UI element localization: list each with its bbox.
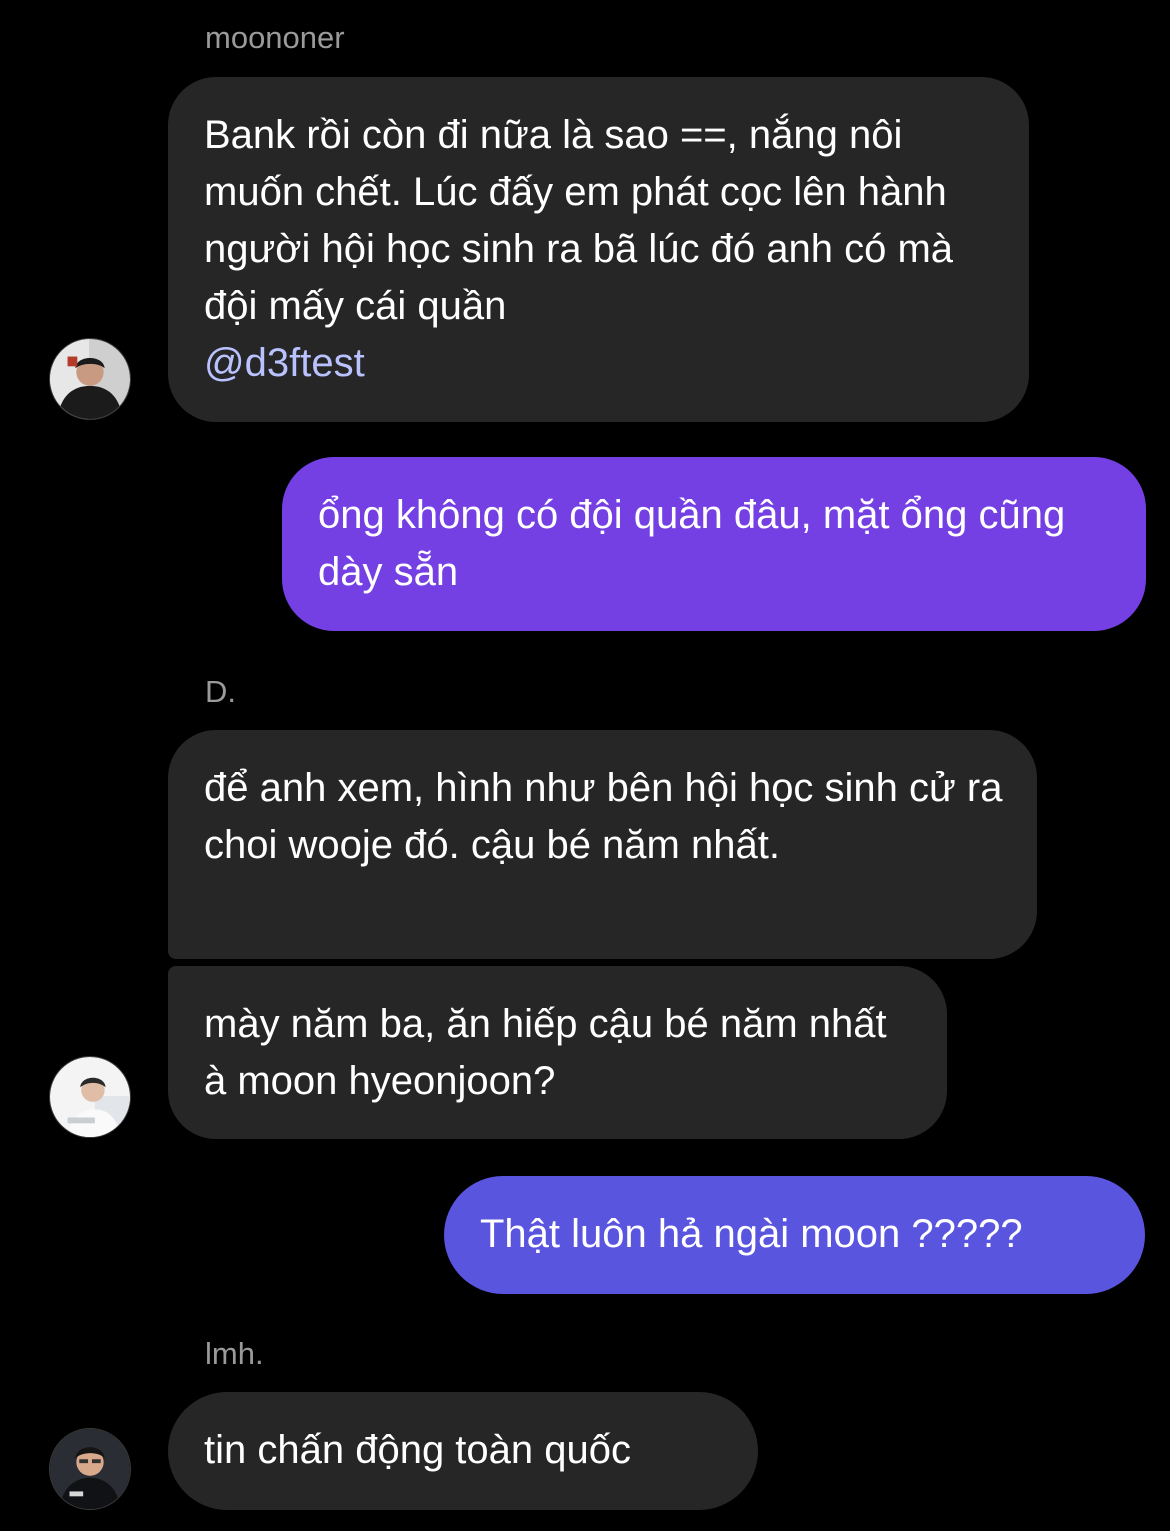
message-text: tin chấn động toàn quốc	[204, 1428, 632, 1472]
sender-name[interactable]: lmh.	[205, 1335, 264, 1373]
message-text: Bank rồi còn đi nữa là sao ==, nắng nôi …	[204, 113, 954, 328]
mention-link[interactable]: @d3ftest	[204, 335, 999, 392]
message-text: mày năm ba, ăn hiếp cậu bé năm nhất à mo…	[204, 1002, 887, 1103]
incoming-message-bubble[interactable]: Bank rồi còn đi nữa là sao ==, nắng nôi …	[168, 77, 1029, 422]
avatar-photo-icon	[50, 339, 130, 419]
message-text: ổng không có đội quần đâu, mặt ổng cũng …	[318, 493, 1066, 594]
sender-name[interactable]: D.	[205, 673, 236, 711]
sender-name[interactable]: moononer	[205, 19, 345, 57]
outgoing-message-bubble[interactable]: ổng không có đội quần đâu, mặt ổng cũng …	[282, 457, 1146, 631]
message-text: để anh xem, hình như bên hội học sinh cử…	[204, 766, 1003, 867]
message-text: Thật luôn hả ngài moon ?????	[480, 1212, 1023, 1256]
avatar-photo-icon	[50, 1429, 130, 1509]
incoming-message-bubble[interactable]: mày năm ba, ăn hiếp cậu bé năm nhất à mo…	[168, 966, 947, 1139]
outgoing-message-bubble[interactable]: Thật luôn hả ngài moon ?????	[444, 1176, 1145, 1294]
incoming-message-bubble[interactable]: tin chấn động toàn quốc	[168, 1392, 758, 1510]
user-avatar[interactable]	[49, 1056, 131, 1138]
incoming-message-bubble[interactable]: để anh xem, hình như bên hội học sinh cử…	[168, 730, 1037, 959]
user-avatar[interactable]	[49, 338, 131, 420]
avatar-photo-icon	[50, 1057, 130, 1137]
user-avatar[interactable]	[49, 1428, 131, 1510]
